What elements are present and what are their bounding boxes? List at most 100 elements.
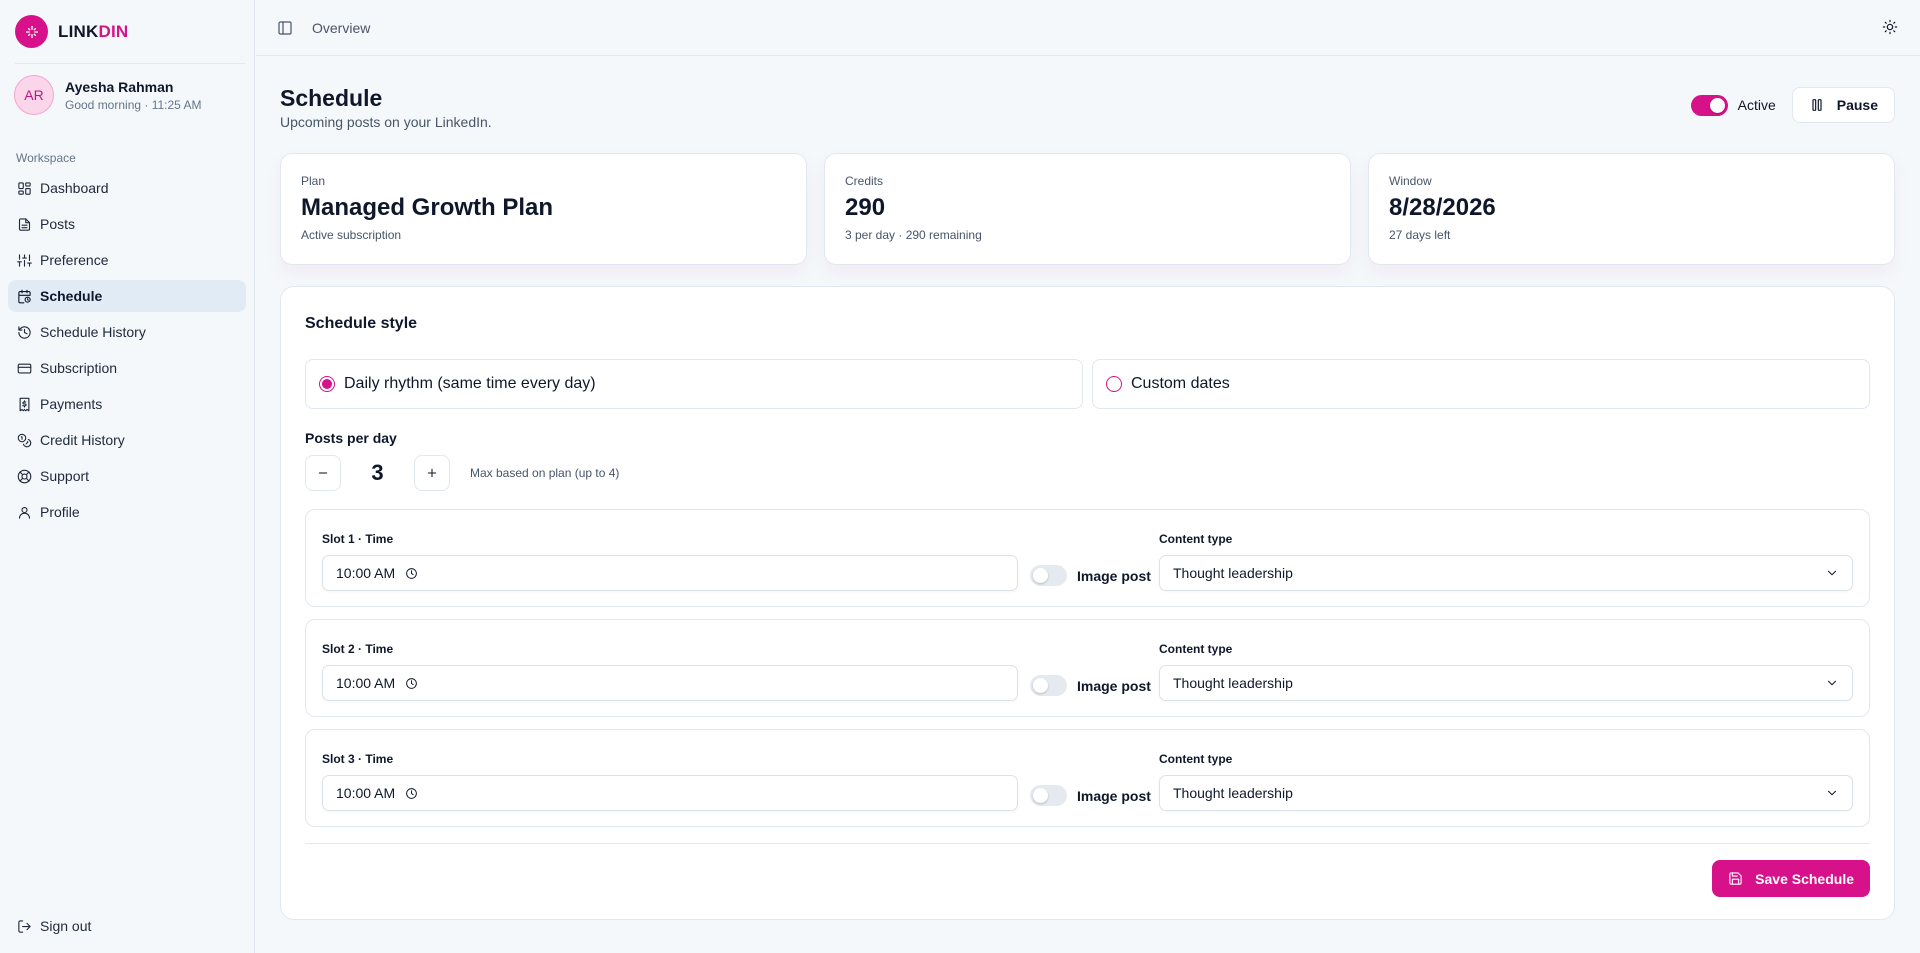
sidebar-item-label: Payments xyxy=(40,396,103,412)
sidebar-item-subscription[interactable]: Subscription xyxy=(8,352,246,384)
radio-daily-rhythm[interactable] xyxy=(319,376,335,392)
decrement-button[interactable] xyxy=(305,455,341,491)
clock-icon[interactable] xyxy=(405,567,418,580)
chevron-down-icon xyxy=(1825,566,1839,580)
history-icon xyxy=(17,325,32,340)
slot-1-image-post-switch[interactable] xyxy=(1030,565,1067,586)
slot-time-label: Slot 3 · Time xyxy=(322,752,394,766)
stat-card-plan: Plan Managed Growth Plan Active subscrip… xyxy=(280,153,807,265)
slot-2-time-input[interactable]: 10:00 AM xyxy=(322,665,1018,701)
sidebar-item-label: Posts xyxy=(40,216,76,232)
breadcrumb[interactable]: Overview xyxy=(312,20,370,36)
image-post-toggle: Image post xyxy=(1030,565,1151,586)
card-divider xyxy=(305,843,1870,844)
brand-name: LINKDIN xyxy=(58,22,128,42)
select-value: Thought leadership xyxy=(1173,675,1293,691)
sidebar-item-posts[interactable]: Posts xyxy=(8,208,246,240)
option-custom-dates[interactable]: Custom dates xyxy=(1092,359,1870,409)
sidebar-item-label: Subscription xyxy=(40,360,118,376)
page-title: Schedule xyxy=(280,85,383,111)
slot-1-time-input[interactable]: 10:00 AM xyxy=(322,555,1018,591)
sidebar-item-label: Schedule History xyxy=(40,324,146,340)
radio-custom-dates[interactable] xyxy=(1106,376,1122,392)
select-value: Thought leadership xyxy=(1173,565,1293,581)
option-label: Custom dates xyxy=(1131,375,1230,392)
stats-row: Plan Managed Growth Plan Active subscrip… xyxy=(280,153,1895,265)
stat-sub: 27 days left xyxy=(1389,228,1451,242)
increment-button[interactable] xyxy=(414,455,450,491)
user-icon xyxy=(17,505,32,520)
document-icon xyxy=(17,217,32,232)
user-name: Ayesha Rahman xyxy=(65,78,174,95)
stat-value: 290 xyxy=(845,194,886,221)
image-post-label: Image post xyxy=(1077,787,1151,804)
image-post-label: Image post xyxy=(1077,567,1151,584)
sidebar-item-dashboard[interactable]: Dashboard xyxy=(8,172,246,204)
lifebuoy-icon xyxy=(17,469,32,484)
image-post-toggle: Image post xyxy=(1030,675,1151,696)
workspace-label: Workspace xyxy=(16,151,76,165)
posts-per-day-label: Posts per day xyxy=(305,430,397,446)
slot-1-content-type-select[interactable]: Thought leadership xyxy=(1159,555,1853,591)
sidebar-item-credit-history[interactable]: Credit History xyxy=(8,424,246,456)
sidebar-item-schedule-history[interactable]: Schedule History xyxy=(8,316,246,348)
slot-2-image-post-switch[interactable] xyxy=(1030,675,1067,696)
sidebar-item-label: Preference xyxy=(40,252,109,268)
active-toggle[interactable] xyxy=(1690,94,1728,116)
receipt-icon xyxy=(17,397,32,412)
sidebar-item-profile[interactable]: Profile xyxy=(8,496,246,528)
stat-value: Managed Growth Plan xyxy=(301,194,554,221)
slot-3-time-input[interactable]: 10:00 AM xyxy=(322,775,1018,811)
brand[interactable]: LINKDIN xyxy=(15,15,128,48)
sidebar-item-label: Credit History xyxy=(40,432,125,448)
sun-icon[interactable] xyxy=(1882,19,1898,35)
dashboard-icon xyxy=(17,181,32,196)
stat-label: Plan xyxy=(301,174,326,188)
pause-button[interactable]: Pause xyxy=(1791,87,1895,123)
image-post-label: Image post xyxy=(1077,677,1151,694)
calendar-clock-icon xyxy=(17,289,32,304)
avatar: AR xyxy=(14,75,54,115)
slot-2-content-type-select[interactable]: Thought leadership xyxy=(1159,665,1853,701)
save-schedule-button[interactable]: Save Schedule xyxy=(1712,860,1870,897)
sidebar-item-label: Schedule xyxy=(40,288,103,304)
slot-3-image-post-switch[interactable] xyxy=(1030,785,1067,806)
sliders-icon xyxy=(17,253,32,268)
time-value: 10:00 AM xyxy=(336,675,396,691)
sidebar-item-payments[interactable]: Payments xyxy=(8,388,246,420)
sidebar-item-schedule[interactable]: Schedule xyxy=(8,280,246,312)
sidebar-item-label: Profile xyxy=(40,504,80,520)
content-type-label: Content type xyxy=(1159,642,1233,656)
slot-time-label: Slot 2 · Time xyxy=(322,642,394,656)
sidebar-toggle-icon[interactable] xyxy=(277,20,293,36)
schedule-status: Active Pause xyxy=(1690,87,1895,123)
sidebar-nav: Dashboard Posts Preference Schedule Sche… xyxy=(8,172,246,532)
sidebar-item-preference[interactable]: Preference xyxy=(8,244,246,276)
user-card[interactable]: AR Ayesha Rahman Good morning · 11:25 AM xyxy=(14,75,202,115)
sidebar-item-support[interactable]: Support xyxy=(8,460,246,492)
sign-out-label: Sign out xyxy=(40,918,92,934)
sign-out-button[interactable]: Sign out xyxy=(17,918,91,934)
user-greeting: Good morning · 11:25 AM xyxy=(65,97,202,112)
brand-divider xyxy=(15,63,245,64)
clock-icon[interactable] xyxy=(405,677,418,690)
toggle-knob xyxy=(1033,678,1048,693)
option-daily-rhythm[interactable]: Daily rhythm (same time every day) xyxy=(305,359,1083,409)
slot-3-content-type-select[interactable]: Thought leadership xyxy=(1159,775,1853,811)
slot-3: Slot 3 · Time 10:00 AM Image post Conten… xyxy=(305,729,1870,827)
credit-card-icon xyxy=(17,361,32,376)
toggle-knob xyxy=(1709,97,1725,113)
coins-icon xyxy=(17,433,32,448)
slot-1: Slot 1 · Time 10:00 AM Image post Conten… xyxy=(305,509,1870,607)
chevron-down-icon xyxy=(1825,676,1839,690)
active-label: Active xyxy=(1737,97,1776,113)
clock-icon[interactable] xyxy=(405,787,418,800)
brand-name-part2: DIN xyxy=(98,21,129,41)
topbar: Overview xyxy=(256,0,1920,56)
slot-2: Slot 2 · Time 10:00 AM Image post Conten… xyxy=(305,619,1870,717)
max-hint: Max based on plan (up to 4) xyxy=(470,466,620,480)
sidebar-item-label: Support xyxy=(40,468,90,484)
schedule-style-title: Schedule style xyxy=(305,315,418,332)
sidebar-item-label: Dashboard xyxy=(40,180,109,196)
stat-card-window: Window 8/28/2026 27 days left xyxy=(1368,153,1895,265)
